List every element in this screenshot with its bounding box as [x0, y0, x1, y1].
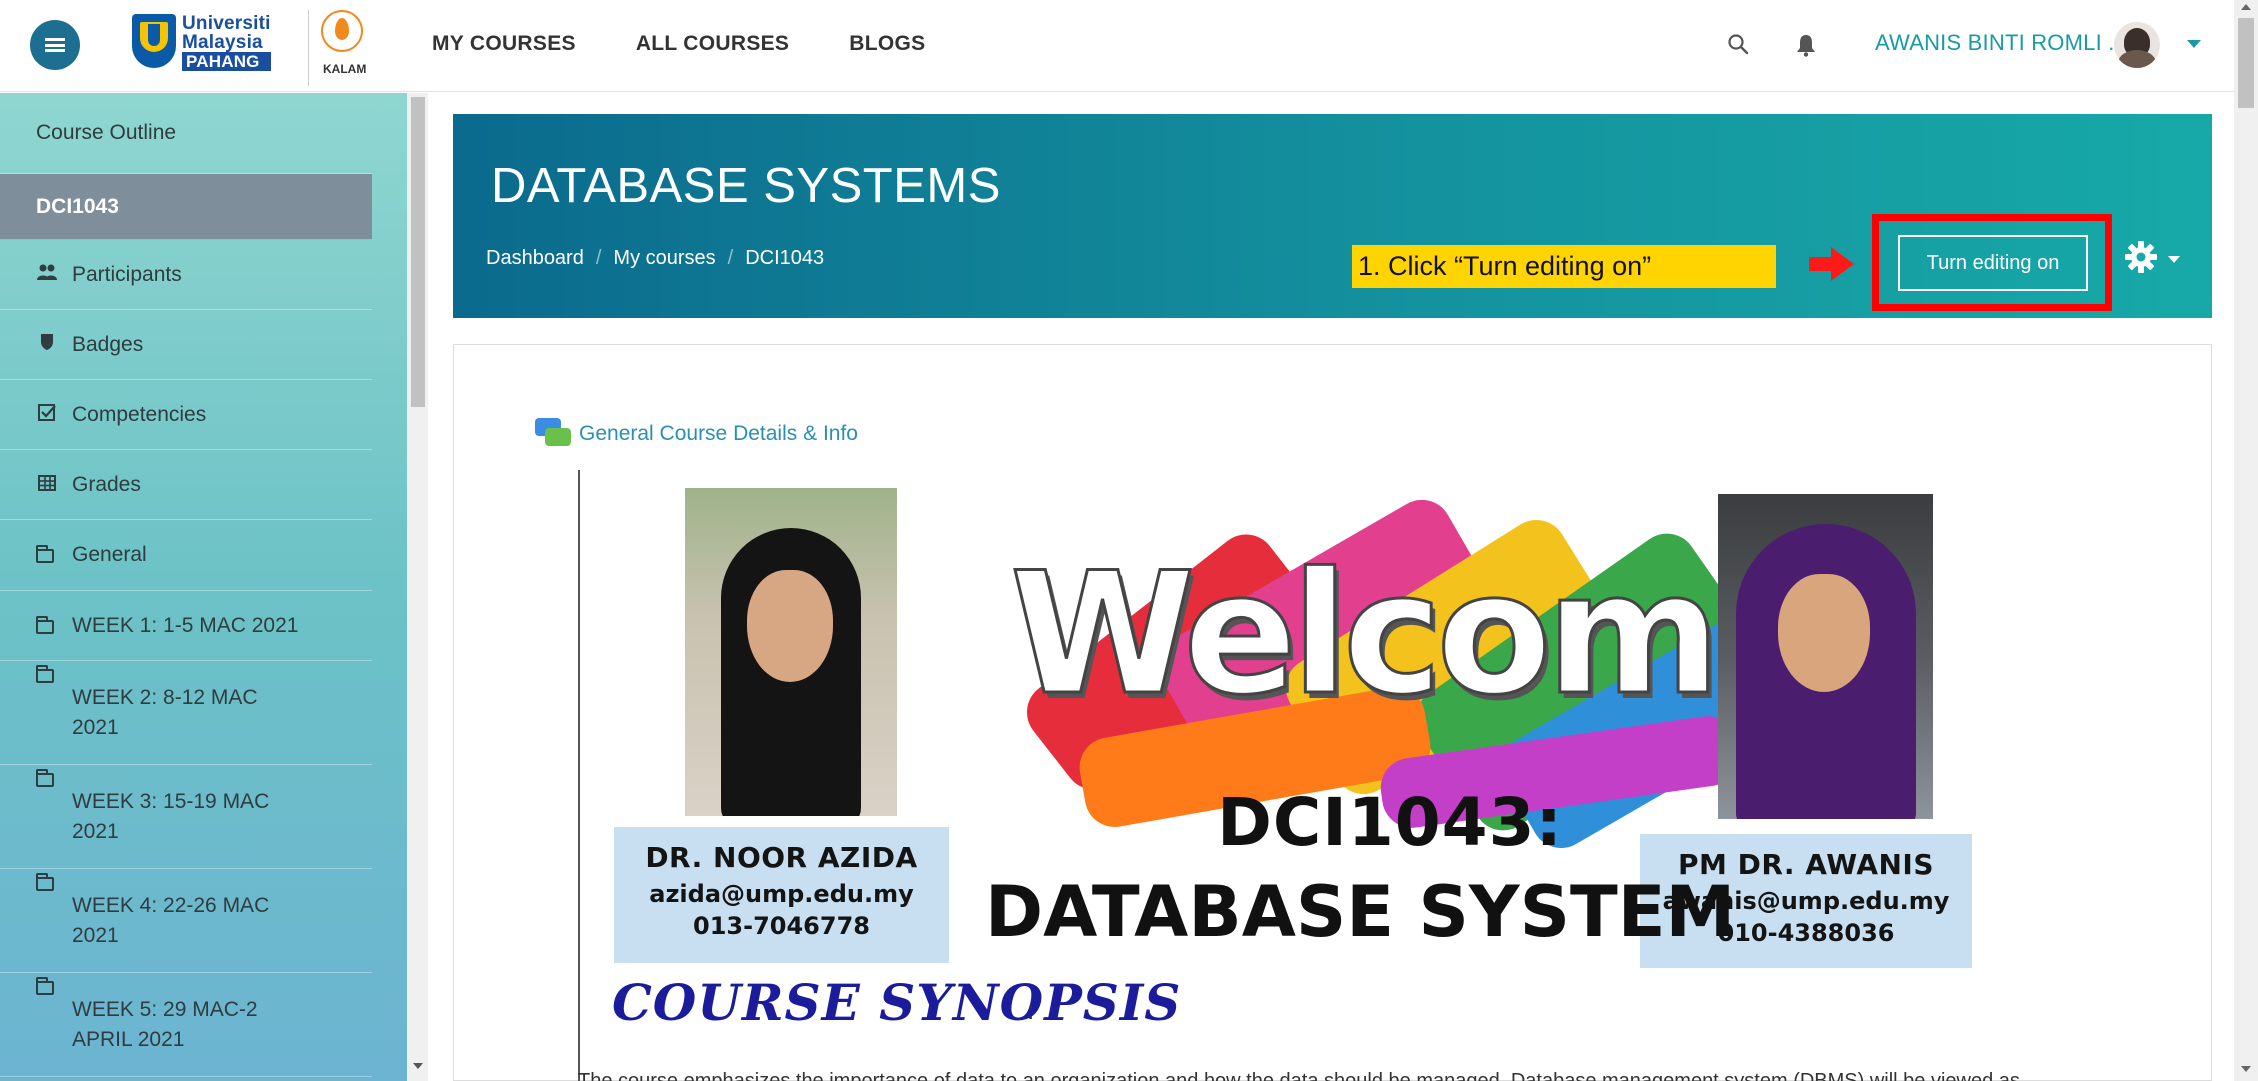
- drawer-item-week-2[interactable]: WEEK 2: 8-12 MAC 2021: [0, 661, 372, 765]
- users-icon: [36, 260, 58, 290]
- logo-text-line-3: PAHANG: [182, 52, 271, 71]
- page-scrollbar-thumb[interactable]: [2238, 18, 2254, 108]
- nav-my-courses[interactable]: MY COURSES: [432, 32, 576, 56]
- breadcrumb-separator: /: [727, 247, 734, 269]
- menu-button[interactable]: [30, 20, 80, 70]
- lecturer-photo-left: [685, 488, 897, 816]
- breadcrumb-my-courses[interactable]: My courses: [613, 247, 715, 270]
- menu-icon: [45, 38, 65, 52]
- logo-text-line-2: Malaysia: [182, 32, 263, 53]
- folder-icon: [36, 545, 54, 563]
- page-scrollbar[interactable]: [2234, 0, 2258, 1081]
- welcome-heading: Welcome: [1009, 536, 1831, 732]
- caret-down-icon: [2168, 256, 2180, 263]
- breadcrumb-separator: /: [595, 247, 602, 269]
- lecturer-email-left: azida@ump.edu.my: [649, 880, 914, 908]
- synopsis-colon: :: [1027, 995, 1035, 1025]
- drawer-item-week-4[interactable]: WEEK 4: 22-26 MAC 2021: [0, 869, 372, 973]
- drawer-item-course-outline[interactable]: Course Outline: [0, 93, 372, 174]
- folder-icon: [36, 977, 54, 995]
- folder-icon: [36, 665, 54, 683]
- breadcrumb: Dashboard / My courses / DCI1043: [486, 247, 824, 270]
- kalam-logo[interactable]: KALAM: [308, 10, 368, 86]
- caret-down-icon[interactable]: [2187, 40, 2201, 48]
- kalam-pen-icon: [321, 10, 363, 52]
- gear-icon: [2125, 241, 2157, 273]
- nav-blogs[interactable]: BLOGS: [849, 32, 925, 56]
- synopsis-heading: COURSE SYNOPSIS: [612, 973, 1182, 1032]
- banner-course-name: DATABASE SYSTEM: [985, 871, 1736, 953]
- indent-divider: [578, 470, 580, 1081]
- drawer-item-competencies[interactable]: Competencies: [0, 380, 372, 450]
- lecturer-phone-left: 013-7046778: [693, 912, 870, 940]
- folder-icon: [36, 615, 54, 634]
- welcome-banner-image: Welcome DR. NOOR AZIDA azida@ump.edu.my …: [600, 482, 1985, 972]
- folder-icon: [36, 769, 54, 787]
- nav-all-courses[interactable]: ALL COURSES: [636, 32, 789, 56]
- course-settings-menu[interactable]: [2124, 240, 2184, 280]
- scroll-up-arrow-icon[interactable]: [2241, 4, 2251, 10]
- checkbox-icon: [36, 400, 58, 430]
- nav-drawer: Course Outline DCI1043 Participants Badg…: [0, 93, 428, 1081]
- breadcrumb-course[interactable]: DCI1043: [745, 247, 824, 270]
- drawer-item-week-3[interactable]: WEEK 3: 15-19 MAC 2021: [0, 765, 372, 869]
- drawer-item-week-5[interactable]: WEEK 5: 29 MAC-2 APRIL 2021: [0, 973, 372, 1077]
- user-menu-name[interactable]: AWANIS BINTI ROMLI .: [1875, 30, 2115, 56]
- logo-text-line-1: Universiti: [182, 13, 271, 34]
- arrow-right-icon: [1809, 247, 1854, 281]
- drawer-item-week-1[interactable]: WEEK 1: 1-5 MAC 2021: [0, 591, 372, 661]
- drawer-item-badges[interactable]: Badges: [0, 310, 372, 380]
- kalam-logo-text: KALAM: [323, 62, 367, 76]
- lecturer-name-left: DR. NOOR AZIDA: [645, 841, 918, 874]
- banner-course-code: DCI1043:: [1217, 784, 1563, 861]
- drawer-item-general[interactable]: General: [0, 520, 372, 591]
- drawer-item-grades[interactable]: Grades: [0, 450, 372, 520]
- instruction-annotation: 1. Click “Turn editing on”: [1352, 245, 1776, 288]
- top-navbar: Universiti Malaysia PAHANG KALAM MY COUR…: [0, 0, 2234, 92]
- forum-activity-link[interactable]: General Course Details & Info: [535, 418, 858, 450]
- search-icon[interactable]: [1727, 33, 1749, 55]
- forum-link-text[interactable]: General Course Details & Info: [579, 422, 858, 446]
- shield-icon: [36, 330, 58, 360]
- drawer-item-course-code[interactable]: DCI1043: [0, 174, 372, 240]
- scroll-down-arrow-icon[interactable]: [2241, 1066, 2251, 1072]
- nav-links: MY COURSES ALL COURSES BLOGS: [432, 32, 925, 56]
- drawer-item-participants[interactable]: Participants: [0, 240, 372, 310]
- lecturer-card-left: DR. NOOR AZIDA azida@ump.edu.my 013-7046…: [614, 827, 949, 963]
- bell-icon[interactable]: [1795, 33, 1817, 57]
- table-icon: [36, 470, 58, 500]
- drawer-scrollbar-thumb[interactable]: [411, 97, 425, 407]
- folder-icon: [36, 873, 54, 891]
- ump-logo[interactable]: Universiti Malaysia PAHANG: [132, 10, 302, 84]
- page-title: DATABASE SYSTEMS: [491, 159, 1001, 213]
- ump-shield-icon: [132, 14, 176, 68]
- breadcrumb-dashboard[interactable]: Dashboard: [486, 247, 584, 270]
- forum-icon: [535, 418, 571, 450]
- user-avatar[interactable]: [2114, 22, 2160, 68]
- lecturer-photo-right: [1718, 494, 1933, 819]
- drawer-scrollbar[interactable]: [407, 93, 428, 1081]
- synopsis-text: The course emphasizes the importance of …: [578, 1070, 2020, 1081]
- turn-editing-on-button[interactable]: Turn editing on: [1898, 235, 2088, 291]
- scroll-down-arrow-icon[interactable]: [413, 1063, 423, 1069]
